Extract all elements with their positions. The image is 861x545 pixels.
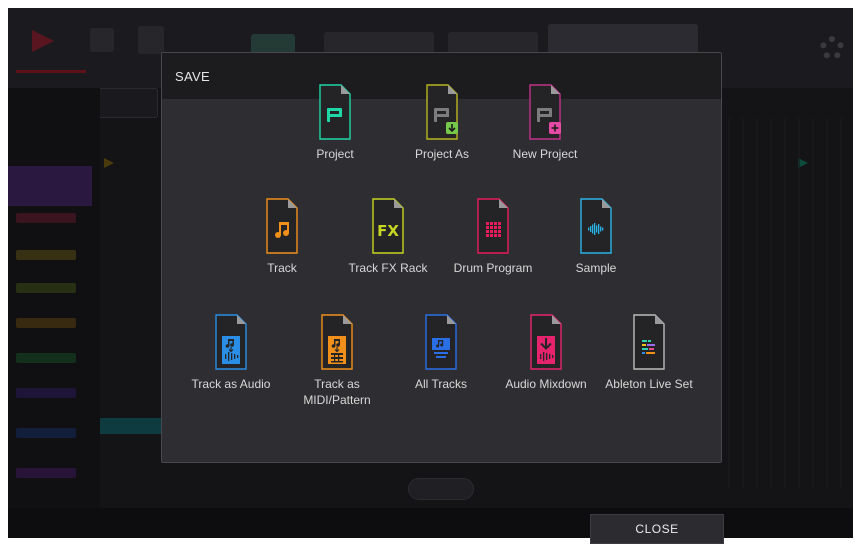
background-play-icon bbox=[104, 158, 114, 168]
drum-program-file-icon bbox=[477, 198, 509, 254]
save-option-label: Track as Audio bbox=[191, 377, 271, 391]
background-control bbox=[138, 26, 164, 54]
save-option-label: Project As bbox=[414, 147, 470, 161]
sample-file-icon bbox=[580, 198, 612, 254]
save-option-label: Track as MIDI/Pattern bbox=[303, 377, 371, 407]
svg-text:FX: FX bbox=[377, 222, 399, 240]
save-option-label: Sample bbox=[575, 261, 617, 275]
background-track bbox=[16, 428, 76, 438]
save-option-label: New Project bbox=[512, 147, 578, 161]
save-option-all-tracks[interactable]: All Tracks bbox=[381, 314, 501, 392]
close-button[interactable]: CLOSE bbox=[590, 514, 724, 544]
background-track bbox=[16, 213, 76, 223]
background-track bbox=[16, 250, 76, 260]
save-option-sample[interactable]: Sample bbox=[536, 198, 656, 276]
save-option-ableton-live-set[interactable]: Ableton Live Set bbox=[589, 314, 709, 392]
save-option-project[interactable]: Project bbox=[275, 84, 395, 162]
close-button-label: CLOSE bbox=[635, 522, 679, 536]
save-option-label: Track FX Rack bbox=[348, 261, 428, 275]
save-option-label: Drum Program bbox=[453, 261, 533, 275]
background-sidebar bbox=[8, 88, 100, 508]
save-option-drum-program[interactable]: Drum Program bbox=[433, 198, 553, 276]
project-file-icon bbox=[319, 84, 351, 140]
background-control bbox=[251, 34, 295, 54]
track-fx-rack-file-icon: FX bbox=[372, 198, 404, 254]
track-as-audio-file-icon bbox=[215, 314, 247, 370]
background-track bbox=[16, 283, 76, 293]
save-option-track-as-midi-pattern[interactable]: Track as MIDI/Pattern bbox=[277, 314, 397, 408]
background-control bbox=[90, 28, 114, 52]
save-option-label: Audio Mixdown bbox=[505, 377, 587, 391]
background-track bbox=[16, 318, 76, 328]
all-tracks-file-icon bbox=[425, 314, 457, 370]
save-option-project-as[interactable]: Project As bbox=[382, 84, 502, 162]
background-track-header bbox=[8, 166, 92, 206]
ableton-live-set-file-icon bbox=[633, 314, 665, 370]
project-as-file-icon bbox=[426, 84, 458, 140]
save-option-label: All Tracks bbox=[414, 377, 467, 391]
dialog-title: SAVE bbox=[175, 68, 210, 84]
save-option-track-fx-rack[interactable]: FX Track FX Rack bbox=[328, 198, 448, 276]
background-grid bbox=[728, 118, 853, 488]
background-clip bbox=[100, 418, 170, 434]
save-option-new-project[interactable]: New Project bbox=[485, 84, 605, 162]
save-option-track[interactable]: Track bbox=[222, 198, 342, 276]
background-track bbox=[16, 353, 76, 363]
background-control bbox=[448, 32, 538, 54]
save-option-track-as-audio[interactable]: Track as Audio bbox=[171, 314, 291, 392]
save-option-label: Project bbox=[316, 147, 354, 161]
track-as-midi-file-icon bbox=[321, 314, 353, 370]
background-track bbox=[16, 468, 76, 478]
background-bottom-bar bbox=[8, 508, 853, 538]
background-track bbox=[16, 388, 76, 398]
background-control bbox=[324, 32, 434, 54]
background-gear-icon bbox=[820, 36, 844, 60]
save-option-label: Track bbox=[267, 261, 297, 275]
save-option-audio-mixdown[interactable]: Audio Mixdown bbox=[486, 314, 606, 392]
new-project-file-icon bbox=[529, 84, 561, 140]
track-file-icon bbox=[266, 198, 298, 254]
background-scroll-pill bbox=[408, 478, 474, 500]
audio-mixdown-file-icon bbox=[530, 314, 562, 370]
background-indicator bbox=[16, 70, 86, 73]
save-option-label: Ableton Live Set bbox=[605, 377, 693, 391]
background-control bbox=[98, 88, 158, 118]
